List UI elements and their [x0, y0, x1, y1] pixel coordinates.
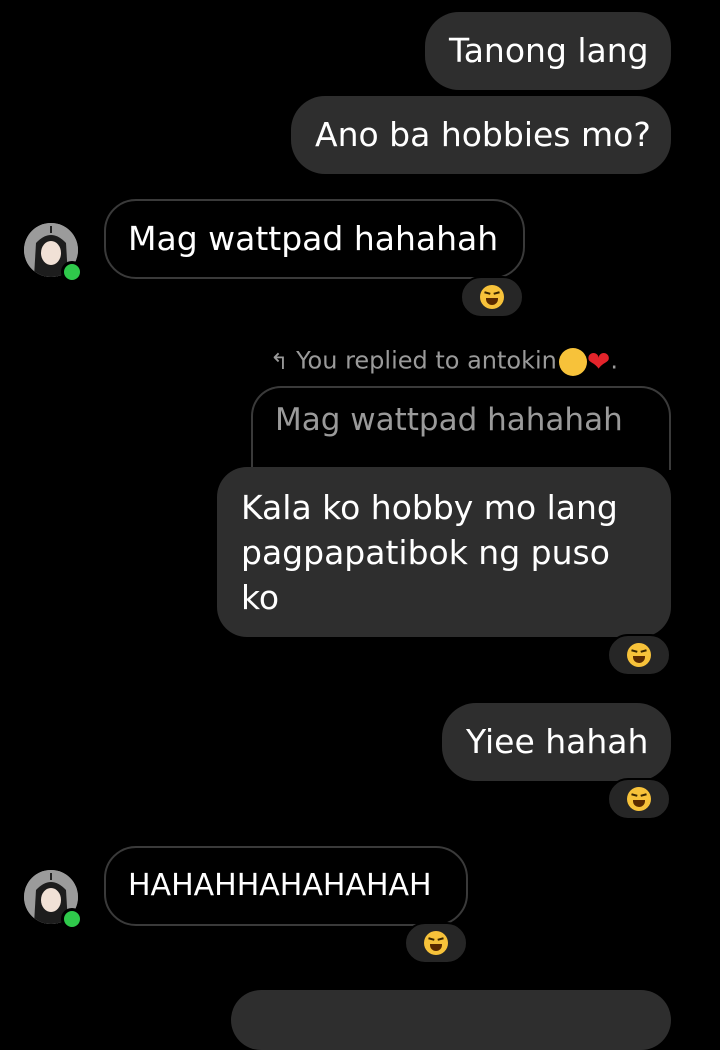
online-status-dot — [61, 908, 83, 930]
message-text-line: ko — [241, 578, 280, 617]
message-text: Mag wattpad hahahah — [128, 219, 499, 258]
message-bubble-sent[interactable]: Tanong lang — [425, 12, 671, 90]
quoted-message[interactable]: Mag wattpad hahahah — [251, 386, 671, 470]
message-text-line: pagpapatibok ng puso — [241, 533, 610, 572]
laughing-emoji-icon — [627, 787, 651, 811]
reaction-badge[interactable] — [607, 634, 671, 676]
message-bubble-sent[interactable]: Yiee hahah — [442, 703, 671, 781]
heart-icon: ❤ — [586, 345, 611, 378]
message-bubble-received[interactable]: HAHAHHAHAHAHAH — [104, 846, 468, 926]
message-text-line: Kala ko hobby mo lang — [241, 488, 618, 527]
message-bubble-received[interactable]: Mag wattpad hahahah — [104, 199, 525, 279]
quoted-text: Mag wattpad hahahah — [275, 402, 623, 438]
reaction-badge[interactable] — [607, 778, 671, 820]
reaction-badge[interactable] — [460, 276, 524, 318]
message-bubble-sent-partial[interactable] — [231, 990, 671, 1050]
message-text: Ano ba hobbies mo? — [315, 115, 651, 154]
reaction-badge[interactable] — [404, 922, 468, 964]
reply-arrow-icon: ↰ — [270, 349, 289, 375]
reply-label-text: You replied to antokin — [296, 346, 557, 375]
message-text: Yiee hahah — [466, 722, 649, 761]
laughing-emoji-icon — [627, 643, 651, 667]
message-text: Tanong lang — [449, 31, 649, 70]
laughing-emoji-icon — [424, 931, 448, 955]
message-bubble-sent[interactable]: Ano ba hobbies mo? — [291, 96, 671, 174]
message-text: HAHAHHAHAHAHAH — [128, 868, 432, 903]
kissing-emoji-icon — [558, 347, 587, 376]
reply-indicator: ↰ You replied to antokin ❤. — [270, 345, 618, 378]
online-status-dot — [61, 261, 83, 283]
message-bubble-sent[interactable]: Kala ko hobby mo lang pagpapatibok ng pu… — [217, 467, 671, 637]
laughing-emoji-icon — [480, 285, 504, 309]
